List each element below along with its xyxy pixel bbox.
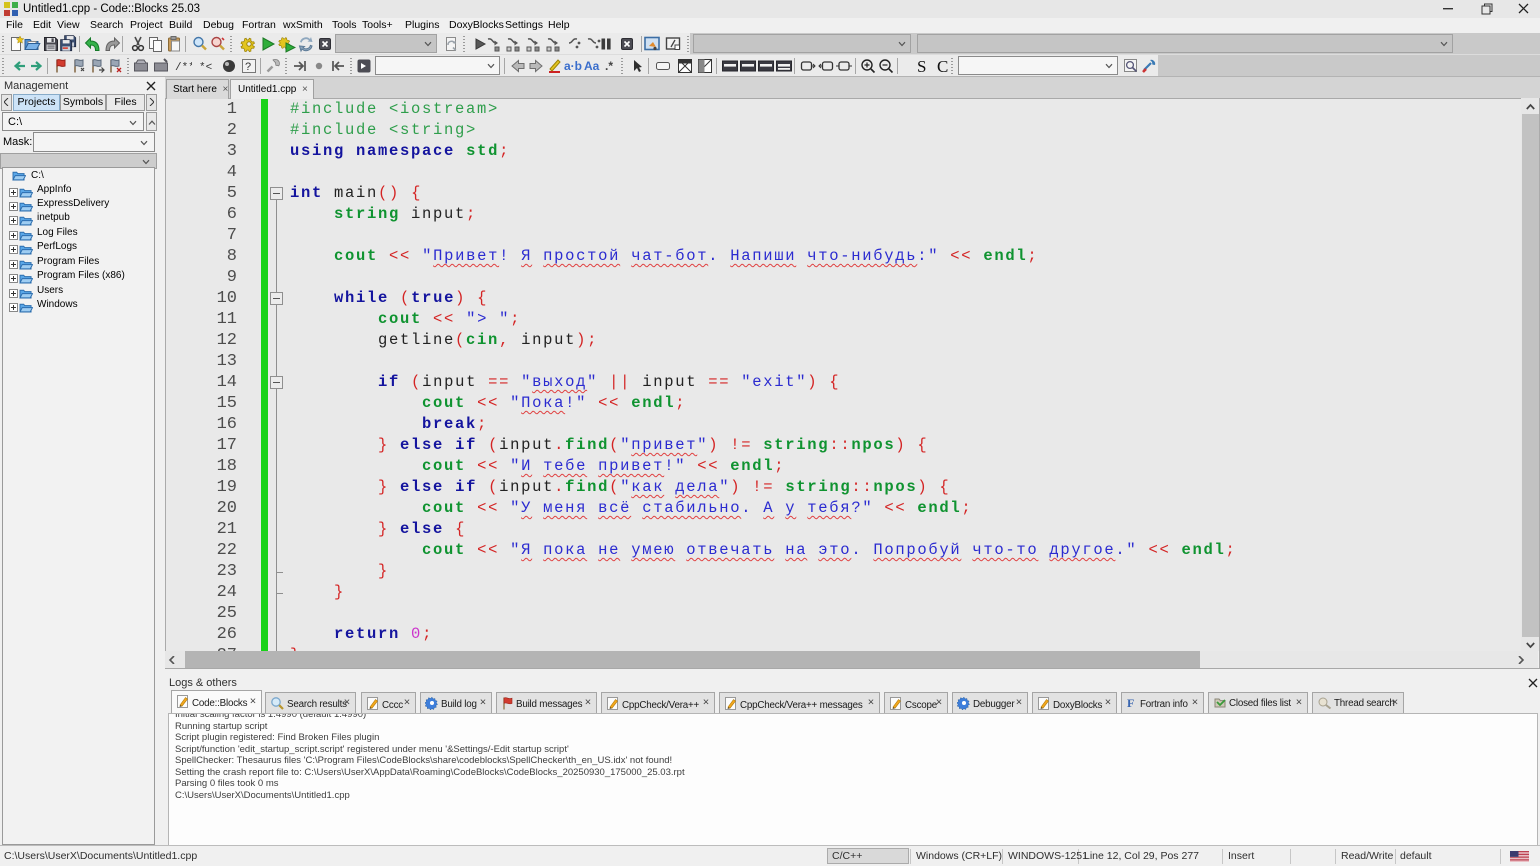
svg-text:/**: /** [175,62,192,74]
svg-text:F: F [1127,696,1134,709]
svg-text:C: C [937,57,948,75]
svg-text:*<: *< [199,62,212,74]
svg-text:?: ? [245,61,251,73]
svg-text:S: S [917,57,926,75]
svg-text:.*: .* [605,59,613,73]
svg-text:Aa: Aa [584,59,600,73]
svg-text:a·b: a·b [564,59,582,73]
